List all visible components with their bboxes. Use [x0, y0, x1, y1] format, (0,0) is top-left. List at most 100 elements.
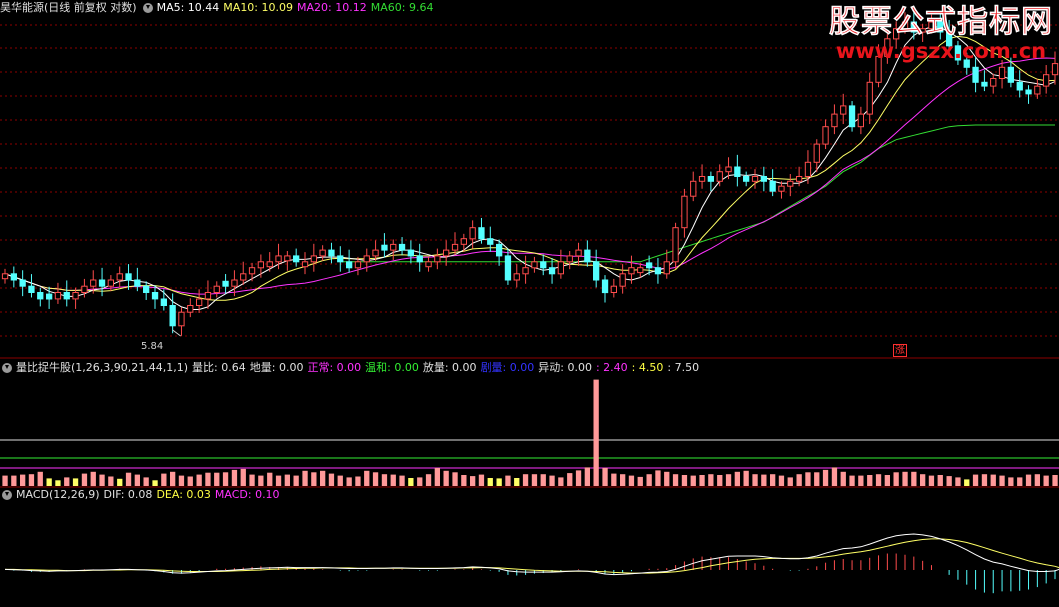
eye-toggle-icon[interactable] [2, 490, 12, 500]
volume-bar [320, 470, 326, 486]
macd-legend-item: DEA: 0.03 [156, 488, 211, 501]
candle-body [143, 285, 150, 294]
low-marker [172, 329, 181, 337]
volume-bar [461, 475, 467, 486]
candle-body [796, 176, 803, 182]
volume-bar [681, 475, 688, 486]
volume-bar [725, 474, 732, 486]
candle-body [98, 279, 106, 287]
stock-chart [0, 9, 1059, 594]
volume-bar [884, 475, 890, 486]
candle-body [451, 243, 459, 251]
ma-legend: MA5: 10.44 MA10: 10.09 MA20: 10.12 MA60: 9.… [157, 0, 438, 16]
volume-bar [125, 472, 132, 486]
volume-legend-item: 剧量: 0.00 [480, 361, 535, 374]
candle-body [116, 273, 123, 281]
macd-legend-item: DIF: 0.08 [103, 488, 153, 501]
candle-body [610, 285, 618, 294]
candle-body [531, 261, 538, 269]
candle-body [566, 255, 573, 263]
limit-up-badge: 涨 [893, 344, 907, 357]
volume-bar [920, 474, 926, 486]
volume-bar [620, 474, 626, 486]
volume-bar [955, 477, 961, 486]
macd-title[interactable]: MACD(12,26,9) [16, 487, 100, 503]
candle-body [204, 292, 212, 300]
candle-body [416, 255, 423, 263]
volume-bar [849, 475, 855, 486]
volume-bar [893, 472, 899, 486]
candle-body [831, 113, 838, 128]
candle-body [478, 227, 485, 240]
volume-bar [337, 475, 343, 486]
candle-body [187, 305, 194, 313]
candle-body [1, 273, 9, 280]
volume-bar [72, 478, 79, 486]
candle-body [513, 273, 520, 281]
volume-bar [355, 476, 361, 486]
candle-body [601, 279, 609, 294]
candle-body [1043, 74, 1050, 87]
candle-body [734, 166, 741, 177]
candle-body [328, 249, 335, 257]
candle-body [690, 180, 697, 197]
candle-body [301, 261, 309, 268]
volume-legend-item: : 7.50 [667, 361, 700, 374]
volume-bar [134, 474, 140, 486]
volume-bar [964, 479, 970, 486]
volume-bar [346, 477, 352, 486]
eye-toggle-icon[interactable] [142, 3, 153, 13]
volume-bar [822, 469, 829, 486]
volume-bar [672, 474, 679, 486]
candle-body [443, 249, 450, 257]
stock-title[interactable]: 昊华能源(日线 前复权 对数) [0, 0, 137, 16]
candle-body [822, 126, 829, 145]
volume-legend-item: 温和: 0.00 [365, 361, 419, 374]
volume-bar [814, 472, 820, 486]
volume-bar [364, 470, 370, 486]
volume-bar [311, 472, 317, 486]
volume-bar [867, 475, 873, 486]
volume-bar [875, 474, 882, 486]
volume-bar [637, 476, 643, 486]
volume-bar [108, 476, 114, 486]
volume-legend-item: : 4.50 [631, 361, 664, 374]
volume-bar [196, 474, 202, 486]
volume-bar [408, 478, 414, 486]
volume-bar [470, 476, 476, 486]
candle-body [584, 249, 591, 263]
volume-bar [117, 478, 123, 486]
eye-toggle-icon[interactable] [2, 363, 12, 373]
candle-body [557, 261, 565, 275]
candle-body [363, 255, 370, 263]
candle-body [231, 279, 238, 287]
volume-bar [787, 477, 793, 486]
volume-bar [717, 475, 723, 486]
candle-body [398, 243, 406, 251]
volume-bar [628, 475, 635, 486]
candle-body [310, 255, 318, 263]
candle-body [425, 261, 432, 268]
volume-bar [417, 477, 423, 486]
volume-bar [990, 474, 996, 486]
volume-bar [761, 474, 767, 486]
volume-bar [690, 475, 696, 486]
candle-body [575, 249, 582, 257]
volume-indicator-title[interactable]: 量比捉牛股(1,26,3,90,21,44,1,1) [16, 360, 188, 376]
dif-line [4, 533, 1059, 576]
candle-body [760, 176, 768, 182]
volume-bar [425, 474, 432, 486]
candle-body [716, 171, 723, 182]
volume-bar [487, 478, 493, 486]
volume-bar [240, 468, 246, 486]
candle-body [434, 255, 441, 263]
volume-bar [972, 474, 979, 486]
candle-body [293, 255, 300, 263]
volume-bar [37, 471, 43, 487]
candle-body [548, 267, 556, 275]
watermark-url: www.gszx.com.cn [835, 39, 1047, 63]
candle-body [628, 267, 635, 275]
ma-legend-item: MA10: 10.09 [223, 1, 294, 14]
volume-bar [514, 478, 520, 486]
candle-body [769, 180, 776, 192]
